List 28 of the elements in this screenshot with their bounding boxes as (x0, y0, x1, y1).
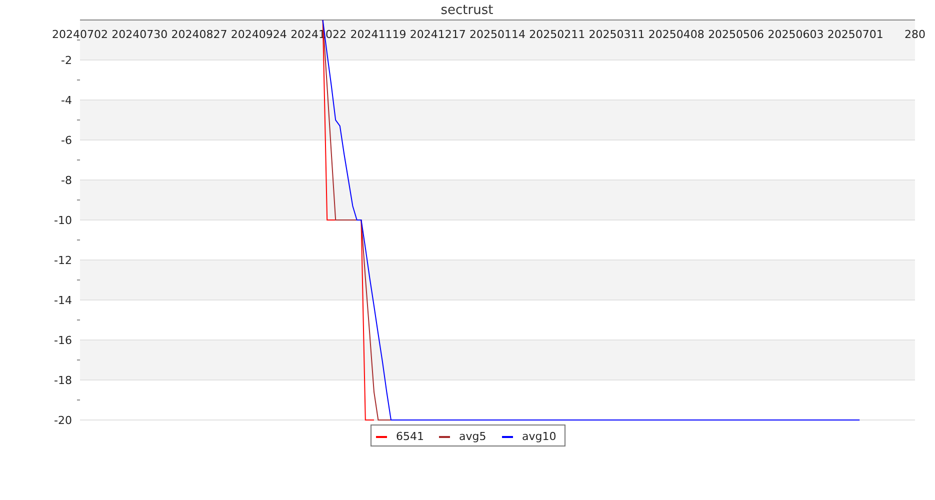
x-tick-label: 20240827 (171, 28, 228, 41)
x-tick-label: 20250114 (470, 28, 526, 41)
x-tick-label: 20250603 (768, 28, 824, 41)
y-tick-label: -6 (61, 134, 72, 147)
x-tick-label: 20250701 (827, 28, 884, 41)
y-tick-label: -20 (54, 414, 72, 427)
legend-label: avg10 (522, 430, 556, 443)
x-tick-label: 20250408 (648, 28, 704, 41)
x-tick-label: 20250506 (708, 28, 764, 41)
y-tick-label: -18 (54, 374, 72, 387)
y-tick-label: -8 (61, 174, 72, 187)
x-tick-label: 20250211 (529, 28, 586, 41)
x-tick-label: 20241119 (350, 28, 406, 41)
x-tick-label: 20240730 (112, 28, 168, 41)
y-tick-label: -4 (61, 94, 72, 107)
legend-label: avg5 (459, 430, 486, 443)
x-tick-label: 20250311 (588, 28, 645, 41)
legend-label: 6541 (396, 430, 424, 443)
x-tick-label: 20240702 (52, 28, 108, 41)
x-tick-label: 20240924 (230, 28, 287, 41)
x-tick-label: 20241217 (410, 28, 466, 41)
y-tick-label: -12 (54, 254, 72, 267)
chart-title: sectrust (440, 3, 494, 18)
y-tick-label: -10 (54, 214, 72, 227)
y-tick-label: -2 (61, 54, 72, 67)
y-tick-label: -14 (54, 294, 72, 307)
x-tick-label: 280 (904, 28, 926, 41)
y-tick-label: -16 (54, 334, 72, 347)
